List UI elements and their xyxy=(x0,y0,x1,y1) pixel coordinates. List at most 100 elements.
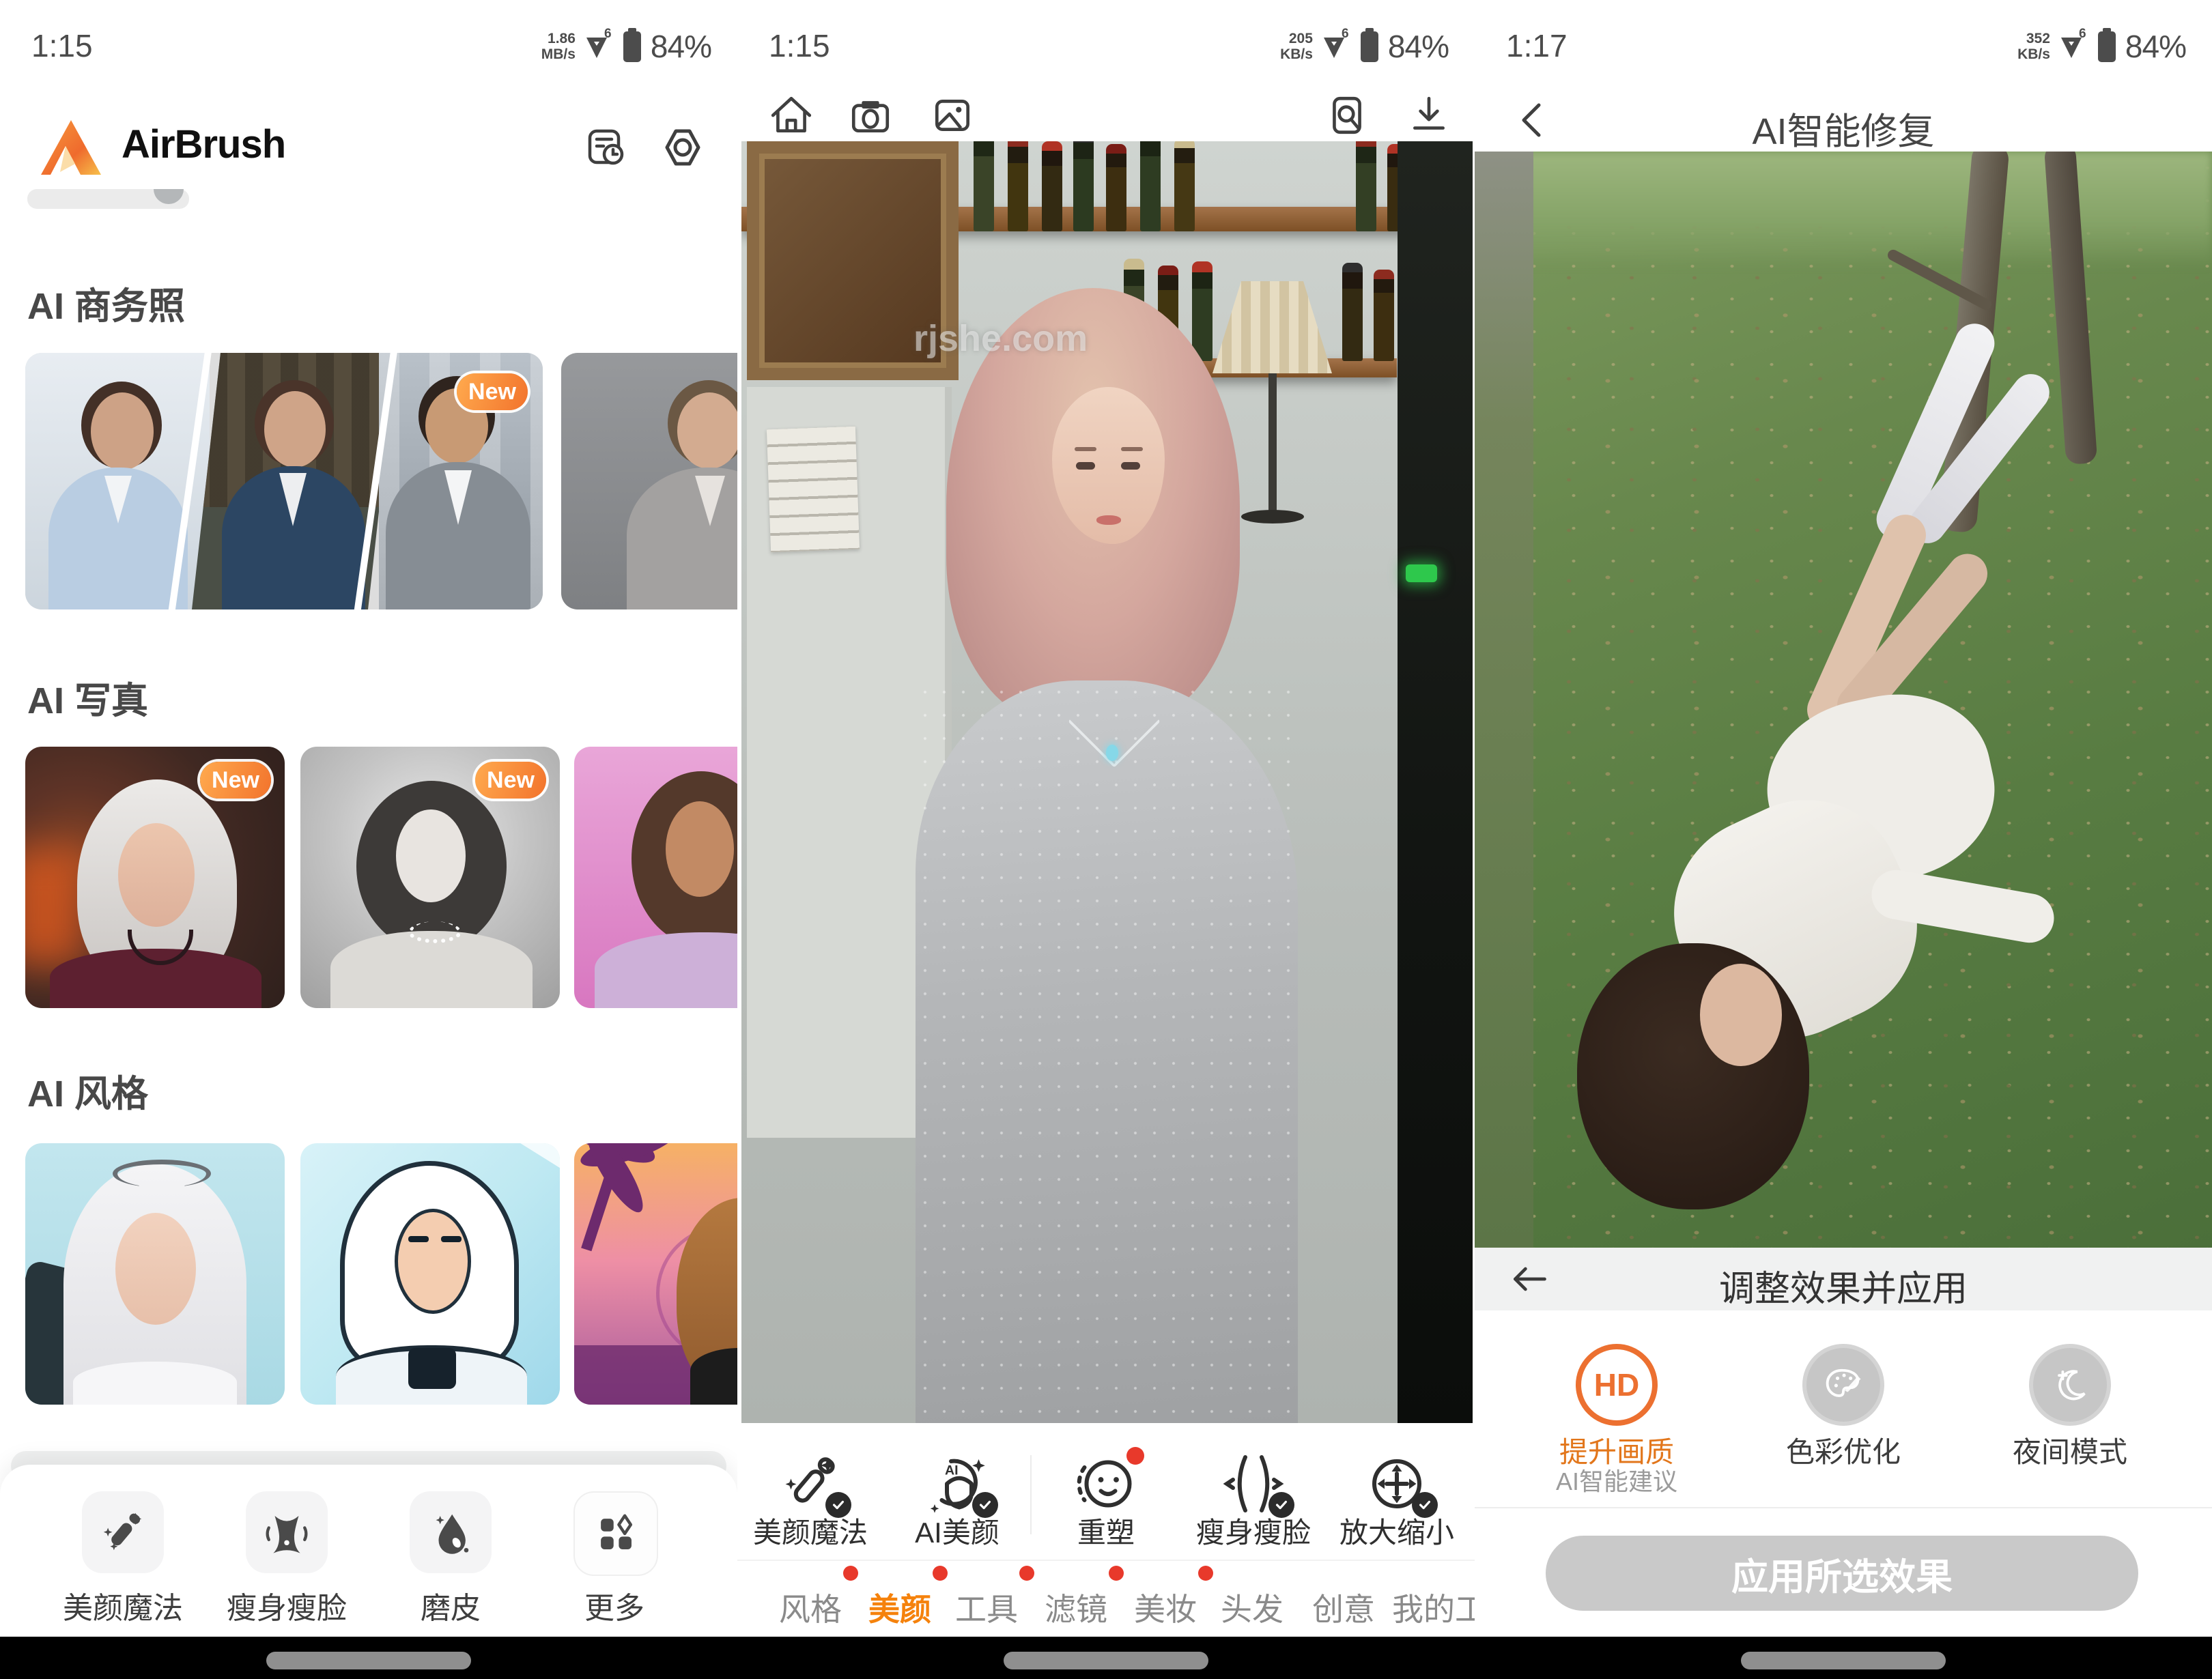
card-art xyxy=(677,392,737,469)
body-slim-icon xyxy=(263,1508,311,1556)
app-title: AirBrush xyxy=(122,121,285,167)
tool-smooth-skin[interactable] xyxy=(410,1491,492,1573)
red-dot-badge xyxy=(843,1566,858,1581)
signal-icon: 6 xyxy=(582,27,614,67)
card-art xyxy=(115,1213,196,1325)
photo-pendant xyxy=(1106,745,1118,761)
sheet-title: 调整效果并应用 xyxy=(1475,1260,2212,1311)
card-portrait-fantasy[interactable]: New xyxy=(25,747,285,1008)
network-speed: 1.86MB/s xyxy=(541,31,576,62)
status-cluster: 1.86MB/s 6 84% xyxy=(541,25,711,68)
card-art xyxy=(118,823,195,927)
network-speed: 205KB/s xyxy=(1280,31,1313,62)
composite-screenshot: 1:15 1.86MB/s 6 84% AirBrush xyxy=(0,0,2212,1679)
tool-label: 放大缩小 xyxy=(1322,1510,1472,1551)
photo-face xyxy=(1700,964,1782,1066)
card-style-comic[interactable] xyxy=(300,1143,560,1405)
battery-percent: 84% xyxy=(651,28,711,65)
battery-icon xyxy=(1358,25,1381,68)
photo-rack xyxy=(1398,141,1473,1423)
card-portrait-retro[interactable]: New xyxy=(300,747,560,1008)
preview-zoom-icon[interactable] xyxy=(1324,93,1370,138)
tool-label: 磨皮 xyxy=(369,1583,533,1627)
photo-hair xyxy=(1577,943,1809,1209)
svg-text:AI: AI xyxy=(945,1463,959,1478)
card-portrait-pink[interactable] xyxy=(574,747,737,1008)
photo-edge-band xyxy=(1475,152,1533,1248)
card-art xyxy=(408,1348,456,1389)
option-moon-icon[interactable] xyxy=(2029,1344,2111,1426)
water-drop-icon xyxy=(427,1508,474,1556)
section-title-style: AI 风格 xyxy=(27,1063,148,1117)
network-speed: 352KB/s xyxy=(2017,31,2050,62)
tool-reshape[interactable] xyxy=(1073,1451,1139,1517)
option-hd-icon[interactable]: HD xyxy=(1576,1344,1658,1426)
new-badge: New xyxy=(457,373,528,410)
card-business-single[interactable] xyxy=(561,353,737,609)
photo-lamp-shade xyxy=(1213,281,1332,373)
tool-ai-beauty[interactable]: AI xyxy=(924,1451,990,1517)
apply-button[interactable]: 应用所选效果 xyxy=(1546,1536,2138,1611)
new-badge: New xyxy=(200,762,271,799)
status-cluster: 205KB/s 6 84% xyxy=(1280,25,1449,68)
new-badge: New xyxy=(475,762,546,799)
home-indicator[interactable] xyxy=(1004,1652,1208,1669)
page-title: AI智能修复 xyxy=(1475,101,2212,155)
card-art xyxy=(666,801,734,897)
download-icon[interactable] xyxy=(1406,93,1451,138)
gallery-icon[interactable] xyxy=(930,93,975,138)
option-label: 色彩优化 xyxy=(1741,1429,1946,1471)
battery-icon xyxy=(621,25,644,68)
airbrush-logo xyxy=(36,117,107,177)
settings-icon[interactable] xyxy=(661,126,705,169)
tab-my-tools[interactable]: 我的工 xyxy=(1385,1585,1475,1630)
card-business-trio[interactable]: New xyxy=(25,353,543,609)
history-icon[interactable] xyxy=(584,126,628,169)
tool-label: 重塑 xyxy=(1031,1510,1181,1551)
photo-foliage xyxy=(1475,152,2212,268)
red-dot-badge xyxy=(1019,1566,1034,1581)
tool-slim[interactable] xyxy=(1221,1451,1286,1517)
screen-home: 1:15 1.86MB/s 6 84% AirBrush xyxy=(0,0,737,1679)
option-palette-icon[interactable] xyxy=(1802,1344,1884,1426)
signal-icon: 6 xyxy=(1320,27,1351,67)
card-art xyxy=(395,1209,471,1314)
tool-label: 美颜魔法 xyxy=(41,1583,205,1627)
tabbar-divider xyxy=(737,1560,1475,1561)
red-dot-badge xyxy=(1109,1566,1124,1581)
tool-more[interactable] xyxy=(573,1491,658,1576)
photo-watermark: rjshe.com xyxy=(913,317,1088,360)
home-indicator[interactable] xyxy=(1741,1652,1946,1669)
option-sublabel: AI智能建议 xyxy=(1514,1462,1719,1497)
magic-wand-icon xyxy=(99,1508,147,1556)
card-art xyxy=(595,932,737,1008)
tool-zoom[interactable] xyxy=(1364,1451,1430,1517)
camera-icon[interactable] xyxy=(848,93,893,138)
tab-creative[interactable]: 创意 xyxy=(1289,1585,1398,1630)
photo-lamp-pole xyxy=(1268,373,1277,513)
red-dot-badge xyxy=(933,1566,948,1581)
card-art xyxy=(73,1362,237,1405)
home-icon[interactable] xyxy=(769,93,814,138)
tool-label: 瘦身瘦脸 xyxy=(205,1583,369,1627)
section-title-business: AI 商务照 xyxy=(27,276,185,330)
card-art xyxy=(408,1236,429,1242)
repair-photo-canvas[interactable] xyxy=(1475,152,2212,1248)
card-style-sunset[interactable] xyxy=(574,1143,737,1405)
screen-repair: 1:17 352KB/s 6 84% AI智能修复 xyxy=(1475,0,2212,1679)
tool-beauty-magic[interactable] xyxy=(778,1451,843,1517)
card-art xyxy=(408,921,462,943)
tool-body-slim[interactable] xyxy=(246,1491,328,1573)
battery-percent: 84% xyxy=(2125,28,2186,65)
editor-photo-canvas[interactable]: rjshe.com xyxy=(741,141,1473,1423)
status-time: 1:15 xyxy=(769,27,830,64)
card-style-realistic[interactable] xyxy=(25,1143,285,1405)
photo-lamp-base xyxy=(1241,510,1304,523)
tool-beauty-magic[interactable] xyxy=(82,1491,164,1573)
home-indicator[interactable] xyxy=(266,1652,471,1669)
section-title-portrait: AI 写真 xyxy=(27,670,148,724)
screen-editor: 1:15 205KB/s 6 84% xyxy=(737,0,1475,1679)
sheet-divider xyxy=(1475,1507,2212,1508)
more-grid-icon xyxy=(592,1510,640,1558)
status-time: 1:17 xyxy=(1506,27,1568,64)
